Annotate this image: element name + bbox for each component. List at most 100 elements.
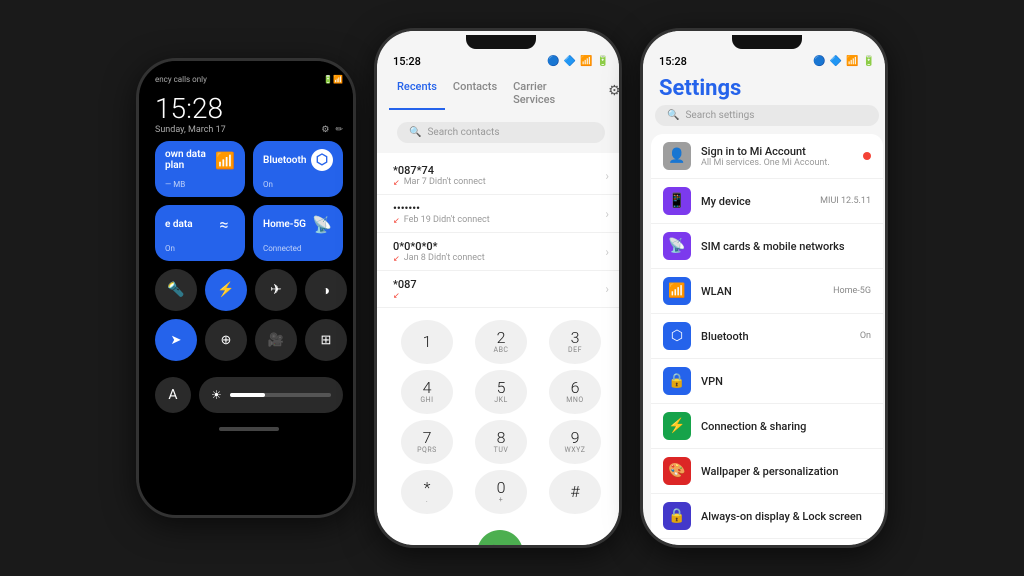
cc-time: 15:28	[149, 92, 349, 125]
dialer-menu-icon[interactable]: ≡	[397, 545, 405, 549]
cc-bolt-btn[interactable]: ⚡	[205, 269, 247, 311]
phone-dialer: 15:28 🔵🔷📶🔋 Recents Contacts Carrier Serv…	[374, 28, 622, 548]
settings-bluetooth-icon: ⬡	[663, 322, 691, 350]
cc-sun-icon: ☀	[211, 388, 222, 402]
dial-key-9[interactable]: 9WXYZ	[549, 420, 601, 464]
cc-contrast-btn[interactable]: ◑	[305, 269, 347, 311]
settings-vpn-text: VPN	[701, 375, 871, 388]
dial-row-2: 4GHI 5JKL 6MNO	[393, 370, 609, 414]
settings-item-device[interactable]: 📱 My device MIUI 12.5.11	[651, 179, 883, 224]
settings-sim-name: SIM cards & mobile networks	[701, 240, 871, 253]
dialer-settings-icon[interactable]: ⚙	[604, 80, 622, 102]
settings-search-placeholder: Search settings	[685, 110, 754, 121]
dialer-time: 15:28	[393, 55, 421, 68]
dialer-recents-list: *087*74 ↙ Mar 7 Didn't connect › •••••••…	[377, 153, 622, 312]
cc-brightness-control[interactable]: ☀	[199, 377, 343, 413]
cc-tiles-grid: own data plan 📶 — MB Bluetooth ⬡ On e da…	[149, 141, 349, 261]
cc-settings-icon[interactable]: ⚙	[321, 125, 329, 135]
settings-item-always-on[interactable]: 🔒 Always-on display & Lock screen	[651, 494, 883, 539]
settings-notch	[732, 35, 802, 49]
settings-wallpaper-text: Wallpaper & personalization	[701, 465, 871, 478]
cc-bottom-bar: A ☀	[149, 369, 349, 421]
dialer-notch	[466, 35, 536, 49]
cc-location-btn[interactable]: ➤	[155, 319, 197, 361]
settings-item-connection[interactable]: ⚡ Connection & sharing	[651, 404, 883, 449]
recent-date-3: ↙ Jan 8 Didn't connect	[393, 253, 605, 263]
dial-key-star[interactable]: *.	[401, 470, 453, 514]
settings-item-account[interactable]: 👤 Sign in to Mi Account All Mi services.…	[651, 134, 883, 179]
settings-wlan-name: WLAN	[701, 285, 823, 298]
dialer-search-placeholder: Search contacts	[427, 127, 499, 138]
recent-date-2: ↙ Feb 19 Didn't connect	[393, 215, 605, 225]
cc-tile-wifi-label: Home-5G	[263, 219, 306, 230]
cc-tile-mob-label: e data	[165, 219, 193, 230]
dial-key-7[interactable]: 7PQRS	[401, 420, 453, 464]
dialer-chevron-icon[interactable]: ∨	[595, 545, 605, 548]
cc-camera-btn[interactable]: 🎥	[255, 319, 297, 361]
settings-item-wallpaper[interactable]: 🎨 Wallpaper & personalization	[651, 449, 883, 494]
cc-edit-icon[interactable]: ✏	[335, 125, 343, 135]
cc-flashlight-btn[interactable]: 🔦	[155, 269, 197, 311]
recent-number-3: 0*0*0*0*	[393, 240, 605, 253]
dial-key-0[interactable]: 0+	[475, 470, 527, 514]
cc-tile-wifi-sub: Connected	[263, 244, 333, 253]
dialer-tab-recents[interactable]: Recents	[389, 76, 445, 110]
cc-screenshot-btn[interactable]: ⊞	[305, 319, 347, 361]
cc-tile-mobile-data[interactable]: e data ≈ On	[155, 205, 245, 261]
cc-status-icons: 🔋📶	[323, 75, 343, 84]
settings-always-on-name: Always-on display & Lock screen	[701, 510, 871, 523]
settings-wlan-badge: Home-5G	[833, 286, 871, 296]
dialer-status-icons: 🔵🔷📶🔋	[547, 56, 609, 67]
settings-search-icon: 🔍	[667, 110, 679, 121]
cc-tile-bluetooth[interactable]: Bluetooth ⬡ On	[253, 141, 343, 197]
dialer-tab-contacts[interactable]: Contacts	[445, 76, 505, 110]
settings-item-wlan[interactable]: 📶 WLAN Home-5G	[651, 269, 883, 314]
recent-item-3[interactable]: 0*0*0*0* ↙ Jan 8 Didn't connect ›	[377, 233, 622, 271]
dial-key-4[interactable]: 4GHI	[401, 370, 453, 414]
cc-tile-data[interactable]: own data plan 📶 — MB	[155, 141, 245, 197]
cc-focus-btn[interactable]: ⊕	[205, 319, 247, 361]
settings-wlan-text: WLAN	[701, 285, 823, 298]
cc-a-button[interactable]: A	[155, 377, 191, 413]
settings-item-bluetooth[interactable]: ⬡ Bluetooth On	[651, 314, 883, 359]
dial-key-3[interactable]: 3DEF	[549, 320, 601, 364]
settings-wallpaper-icon: 🎨	[663, 457, 691, 485]
dial-key-hash[interactable]: #	[549, 470, 601, 514]
settings-item-vpn[interactable]: 🔒 VPN	[651, 359, 883, 404]
cc-tile-wifi[interactable]: Home-5G 📡 Connected	[253, 205, 343, 261]
cc-tile-data-label: own data plan	[165, 149, 215, 171]
settings-bluetooth-badge: On	[860, 331, 871, 341]
cc-tile-bt-sub: On	[263, 180, 333, 189]
settings-item-display[interactable]: ☀ Display	[651, 539, 883, 548]
recent-arrow-1: ›	[605, 169, 609, 183]
dialer-tabs: Recents Contacts Carrier Services	[377, 68, 604, 114]
dial-row-3: 7PQRS 8TUV 9WXYZ	[393, 420, 609, 464]
recent-number-1: *087*74	[393, 164, 605, 177]
recent-date-4: ↙	[393, 291, 605, 300]
dialer-call-button[interactable]: 📞	[477, 530, 523, 548]
dial-row-1: 1 2ABC 3DEF	[393, 320, 609, 364]
settings-account-name: Sign in to Mi Account	[701, 145, 853, 158]
recent-item-4[interactable]: *087 ↙ ›	[377, 271, 622, 308]
dial-key-5[interactable]: 5JKL	[475, 370, 527, 414]
cc-tile-bt-label: Bluetooth	[263, 155, 306, 166]
dialer-search[interactable]: 🔍 Search contacts	[397, 122, 605, 143]
settings-account-icon: 👤	[663, 142, 691, 170]
dial-key-6[interactable]: 6MNO	[549, 370, 601, 414]
recent-item-2[interactable]: ••••••• ↙ Feb 19 Didn't connect ›	[377, 195, 622, 233]
dial-key-8[interactable]: 8TUV	[475, 420, 527, 464]
settings-account-sub: All Mi services. One Mi Account.	[701, 158, 853, 168]
settings-item-sim[interactable]: 📡 SIM cards & mobile networks	[651, 224, 883, 269]
recent-info-1: *087*74 ↙ Mar 7 Didn't connect	[393, 164, 605, 187]
settings-search[interactable]: 🔍 Search settings	[655, 105, 879, 126]
cc-airplane-btn[interactable]: ✈	[255, 269, 297, 311]
recent-item-1[interactable]: *087*74 ↙ Mar 7 Didn't connect ›	[377, 157, 622, 195]
settings-sim-text: SIM cards & mobile networks	[701, 240, 871, 253]
settings-always-on-icon: 🔒	[663, 502, 691, 530]
recent-number-4: *087	[393, 278, 605, 291]
dial-key-1[interactable]: 1	[401, 320, 453, 364]
dial-key-2[interactable]: 2ABC	[475, 320, 527, 364]
recent-arrow-2: ›	[605, 207, 609, 221]
recent-arrow-4: ›	[605, 282, 609, 296]
dialer-tab-carrier[interactable]: Carrier Services	[505, 76, 592, 110]
